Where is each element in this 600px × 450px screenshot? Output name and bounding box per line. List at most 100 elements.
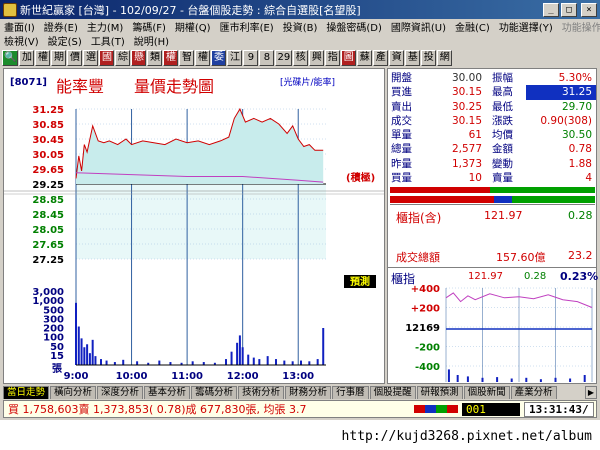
tab-7[interactable]: 行事曆 <box>332 386 369 399</box>
tab-5[interactable]: 技術分析 <box>238 386 285 399</box>
tab-0[interactable]: 當日走勢 <box>3 386 50 399</box>
tab-11[interactable]: 產業分析 <box>510 386 557 399</box>
quote-row: 買進 30.15 最高 31.25 <box>388 85 596 100</box>
toolbar-button-5[interactable]: 選 <box>83 50 99 66</box>
quote-row: 賣出 30.25 最低 29.70 <box>388 100 596 114</box>
toolbar-button-6[interactable]: 國 <box>99 50 115 66</box>
toolbar-button-3[interactable]: 期 <box>51 50 67 66</box>
volume-bar <box>291 361 294 365</box>
toolbar-button-2[interactable]: 權 <box>35 50 51 66</box>
mini-volume-bar <box>481 377 484 382</box>
volume-bar <box>247 354 250 365</box>
volume-bar <box>91 339 94 365</box>
index-label: 櫃指(含) <box>396 211 442 225</box>
volume-bar <box>258 359 261 365</box>
tab-6[interactable]: 財務分析 <box>285 386 332 399</box>
menu-item-7[interactable]: 操盤密碼(D) <box>326 19 382 34</box>
quote-value: 30.50 <box>561 129 592 142</box>
toolbar-button-21[interactable]: 圖 <box>341 50 357 66</box>
price-tick-label: 28.85 <box>32 195 64 206</box>
toolbar-button-26[interactable]: 投 <box>421 50 437 66</box>
menu-item-3[interactable]: 籌碼(F) <box>132 19 166 34</box>
quote-label: 均價 <box>492 129 513 142</box>
tab-8[interactable]: 個股提醒 <box>369 386 416 399</box>
close-button[interactable]: × <box>581 2 597 17</box>
toolbar-button-24[interactable]: 資 <box>389 50 405 66</box>
price-tick-label: 28.05 <box>32 225 64 236</box>
toolbar-button-4[interactable]: 價 <box>67 50 83 66</box>
toolbar-button-10[interactable]: 權 <box>163 50 179 66</box>
mini-volume-bar <box>510 378 513 382</box>
menu-item-8[interactable]: 國際資訊(U) <box>391 19 446 34</box>
toolbar-button-27[interactable]: 網 <box>437 50 453 66</box>
menu-item-5[interactable]: 匯市利率(E) <box>220 19 274 34</box>
menu-item-secondary-1[interactable]: 設定(S) <box>48 33 82 48</box>
toolbar-button-15[interactable]: 9 <box>243 50 259 66</box>
toolbar-button-9[interactable]: 類 <box>147 50 163 66</box>
toolbar-button-19[interactable]: 興 <box>309 50 325 66</box>
mini-volume-bar <box>496 377 499 382</box>
market-summary-text: 買 1,758,603賣 1,373,853( 0.78)成 677,830張,… <box>8 403 307 416</box>
quote-row: 成交 30.15 漲跌 0.90(308) <box>388 114 596 128</box>
toolbar-button-7[interactable]: 綜 <box>115 50 131 66</box>
mini-volume-bar <box>525 377 528 382</box>
toolbar-button-14[interactable]: 江 <box>227 50 243 66</box>
predict-button[interactable]: 預測 <box>344 275 376 288</box>
price-area <box>76 109 324 184</box>
price-tick-label: 29.65 <box>32 165 64 176</box>
menu-item-secondary-0[interactable]: 檢視(V) <box>4 33 39 48</box>
menu-item-0[interactable]: 畫面(I) <box>4 19 35 34</box>
toolbar-button-11[interactable]: 智 <box>179 50 195 66</box>
time-tick-label: 13:00 <box>282 371 314 382</box>
maximize-button[interactable]: □ <box>561 2 577 17</box>
tab-3[interactable]: 基本分析 <box>144 386 191 399</box>
toolbar-button-8[interactable]: 懸 <box>131 50 147 66</box>
toolbar-button-17[interactable]: 29 <box>275 50 293 66</box>
watermark-bar: http://kujd3268.pixnet.net/album <box>0 420 600 450</box>
minimize-button[interactable]: _ <box>543 2 559 17</box>
quote-value: 5.30% <box>558 72 592 84</box>
volume-bar <box>158 360 161 365</box>
tab-9[interactable]: 研報預測 <box>416 386 463 399</box>
menu-item-secondary-3[interactable]: 說明(H) <box>134 33 169 48</box>
menu-item-4[interactable]: 期權(Q) <box>175 19 211 34</box>
tab-1[interactable]: 橫向分析 <box>50 386 97 399</box>
mini-tick-label: -200 <box>415 343 440 354</box>
status-bar: 買 1,758,603賣 1,373,853( 0.78)成 677,830張,… <box>3 400 597 418</box>
time-tick-label: 11:00 <box>171 371 203 382</box>
menu-item-2[interactable]: 主力(M) <box>87 19 123 34</box>
menu-item-secondary-2[interactable]: 工具(T) <box>91 33 125 48</box>
tab-2[interactable]: 深度分析 <box>97 386 144 399</box>
toolbar-button-22[interactable]: 蘇 <box>357 50 373 66</box>
mini-tick-label: +400 <box>411 284 440 295</box>
time-tick-label: 12:00 <box>227 371 259 382</box>
mini-volume-bar <box>569 378 572 382</box>
toolbar-button-23[interactable]: 產 <box>373 50 389 66</box>
menu-item-1[interactable]: 證券(E) <box>44 19 78 34</box>
toolbar-button-16[interactable]: 8 <box>259 50 275 66</box>
menu-item-10[interactable]: 功能選擇(Y) <box>499 19 553 34</box>
quote-value: 31.25 <box>526 85 596 100</box>
toolbar-button-12[interactable]: 權 <box>195 50 211 66</box>
toolbar-button-25[interactable]: 基 <box>405 50 421 66</box>
toolbar-button-20[interactable]: 指 <box>325 50 341 66</box>
otc-index-box: 櫃指(含) 121.97 0.28 成交總額 157.60億 23.2 <box>388 207 596 267</box>
command-code-input[interactable]: 001 <box>462 402 520 416</box>
quote-panel: 開盤 30.00 振幅 5.30% 買進 30.15 最高 31.25 賣出 30.25 最低 29.… <box>387 68 598 384</box>
price-marker-label: (積極) <box>346 171 375 184</box>
toolbar: 🔍 加權期價選國綜懸類權智權委江 9 8 29 核興指圖蘇產資基投網 <box>0 48 600 68</box>
tab-4[interactable]: 籌碼分析 <box>191 386 238 399</box>
mini-volume-bar <box>583 375 586 382</box>
toolbar-button-18[interactable]: 核 <box>293 50 309 66</box>
price-volume-chart-panel: 31.25 30.85 30.45 30.05 29.65 29.25 28.85 28.45… <box>3 68 385 384</box>
tab-10[interactable]: 個股新聞 <box>463 386 510 399</box>
quote-label: 漲跌 <box>492 114 513 127</box>
toolbar-button-1[interactable]: 加 <box>19 50 35 66</box>
menu-item-9[interactable]: 金融(C) <box>455 19 490 34</box>
toolbar-button-13[interactable]: 委 <box>211 50 227 66</box>
mini-tick-label: +200 <box>411 304 440 315</box>
menu-item-6[interactable]: 投資(B) <box>283 19 318 34</box>
search-icon[interactable]: 🔍 <box>2 50 19 66</box>
tab-scroll-right-icon[interactable]: ▶ <box>585 386 597 399</box>
chart-subtitle[interactable]: [光碟片/能率] <box>280 75 335 88</box>
